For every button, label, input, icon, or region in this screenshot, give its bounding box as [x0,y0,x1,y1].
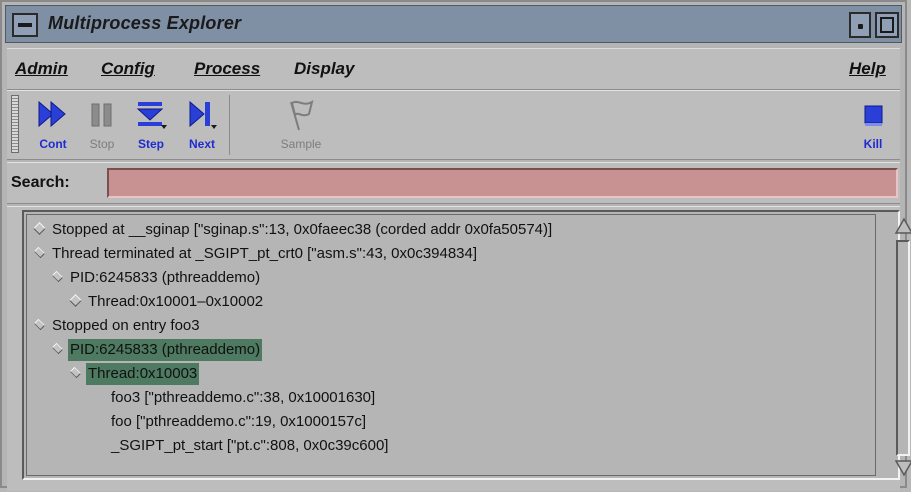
menu-config[interactable]: Config [101,59,155,79]
window-menu-icon[interactable] [12,13,38,37]
process-tree-panel: Stopped at __sginap ["sginap.s":13, 0x0f… [7,206,911,491]
menu-process[interactable]: Process [194,59,260,79]
expanded-node-icon[interactable] [33,246,46,259]
next-label: Next [188,137,215,151]
stop-icon [91,103,112,127]
stop-label: Stop [89,137,115,151]
tree-node-row[interactable]: Thread terminated at _SGIPT_pt_crt0 ["as… [33,243,479,265]
menu-admin-label: Admin [15,59,68,78]
sample-button[interactable]: Sample [273,95,329,155]
search-bar: Search: [7,162,900,204]
stack-frame-row[interactable]: foo3 ["pthreaddemo.c":38, 0x10001630] [109,387,377,409]
process-tree[interactable]: Stopped at __sginap ["sginap.s":13, 0x0f… [26,214,876,476]
tree-row-label: Thread:0x10001–0x10002 [88,293,264,310]
cont-button[interactable]: Cont [29,95,77,155]
scroll-up-icon[interactable] [894,216,911,236]
expanded-node-icon[interactable] [51,342,64,355]
tree-row-label: Thread terminated at _SGIPT_pt_crt0 ["as… [52,245,478,262]
collapsed-node-icon[interactable] [33,221,46,235]
vertical-scrollbar[interactable] [894,216,911,480]
expanded-node-icon[interactable] [33,318,46,331]
stack-frame-row[interactable]: _SGIPT_pt_start ["pt.c":808, 0x0c39c600] [109,435,390,457]
scrollbar-track[interactable] [896,240,910,456]
search-input[interactable] [107,168,898,198]
main-window: Multiprocess Explorer Admin Config Proce… [0,0,911,491]
flag-icon [290,100,314,131]
expanded-node-icon[interactable] [69,366,82,379]
toolbar: Cont Stop Step Next Sample Kill [7,90,900,160]
tree-row-label: PID:6245833 (pthreaddemo) [70,269,261,286]
cont-label: Cont [39,137,67,151]
menu-bar: Admin Config Process Display Help [7,48,900,90]
tree-row-label: Stopped at __sginap ["sginap.s":13, 0x0f… [52,221,553,238]
step-over-icon [189,100,217,129]
tree-node-row[interactable]: Stopped on entry foo3 [33,315,202,337]
tree-row-label: _SGIPT_pt_start ["pt.c":808, 0x0c39c600] [111,437,389,454]
kill-icon [864,105,883,126]
sample-label: Sample [280,137,322,151]
tree-node-row[interactable]: Thread:0x10001–0x10002 [69,291,265,313]
tree-row-label: foo ["pthreaddemo.c":19, 0x1000157c] [111,413,366,430]
tree-node-row[interactable]: Stopped at __sginap ["sginap.s":13, 0x0f… [33,219,554,241]
toolbar-separator [229,95,256,155]
stack-frame-row[interactable]: foo ["pthreaddemo.c":19, 0x1000157c] [109,411,368,433]
menu-process-label: Process [194,59,261,78]
tree-row-label: Thread:0x10003 [86,363,200,385]
menu-display[interactable]: Display [294,59,354,79]
tree-row-label: PID:6245833 (pthreaddemo) [68,339,263,361]
kill-label: Kill [863,137,883,151]
menu-config-label: Config [101,59,155,78]
kill-button[interactable]: Kill [853,95,893,155]
tree-node-row[interactable]: Thread:0x10003 [69,363,200,385]
menu-help[interactable]: Help [849,59,886,79]
tree-node-row[interactable]: PID:6245833 (pthreaddemo) [51,339,263,361]
stop-button[interactable]: Stop [78,95,126,155]
next-button[interactable]: Next [178,95,226,155]
step-into-icon [136,102,167,129]
tree-node-row[interactable]: PID:6245833 (pthreaddemo) [51,267,262,289]
minimize-icon[interactable] [849,12,871,38]
tree-row-label: foo3 ["pthreaddemo.c":38, 0x10001630] [111,389,376,406]
collapsed-node-icon[interactable] [69,293,82,307]
toolbar-grip[interactable] [11,95,19,153]
step-button[interactable]: Step [127,95,175,155]
scroll-down-icon[interactable] [894,458,911,478]
search-label: Search: [11,174,70,191]
process-tree-frame: Stopped at __sginap ["sginap.s":13, 0x0f… [22,210,911,480]
step-label: Step [137,137,164,151]
continue-icon [38,100,66,128]
maximize-icon[interactable] [875,12,899,38]
expanded-node-icon[interactable] [51,270,64,283]
menu-display-label: Display [294,59,355,78]
window-title: Multiprocess Explorer [48,13,242,33]
menu-admin[interactable]: Admin [15,59,68,79]
menu-help-label: Help [849,59,886,78]
tree-row-label: Stopped on entry foo3 [52,317,200,334]
title-bar[interactable]: Multiprocess Explorer [5,5,902,43]
